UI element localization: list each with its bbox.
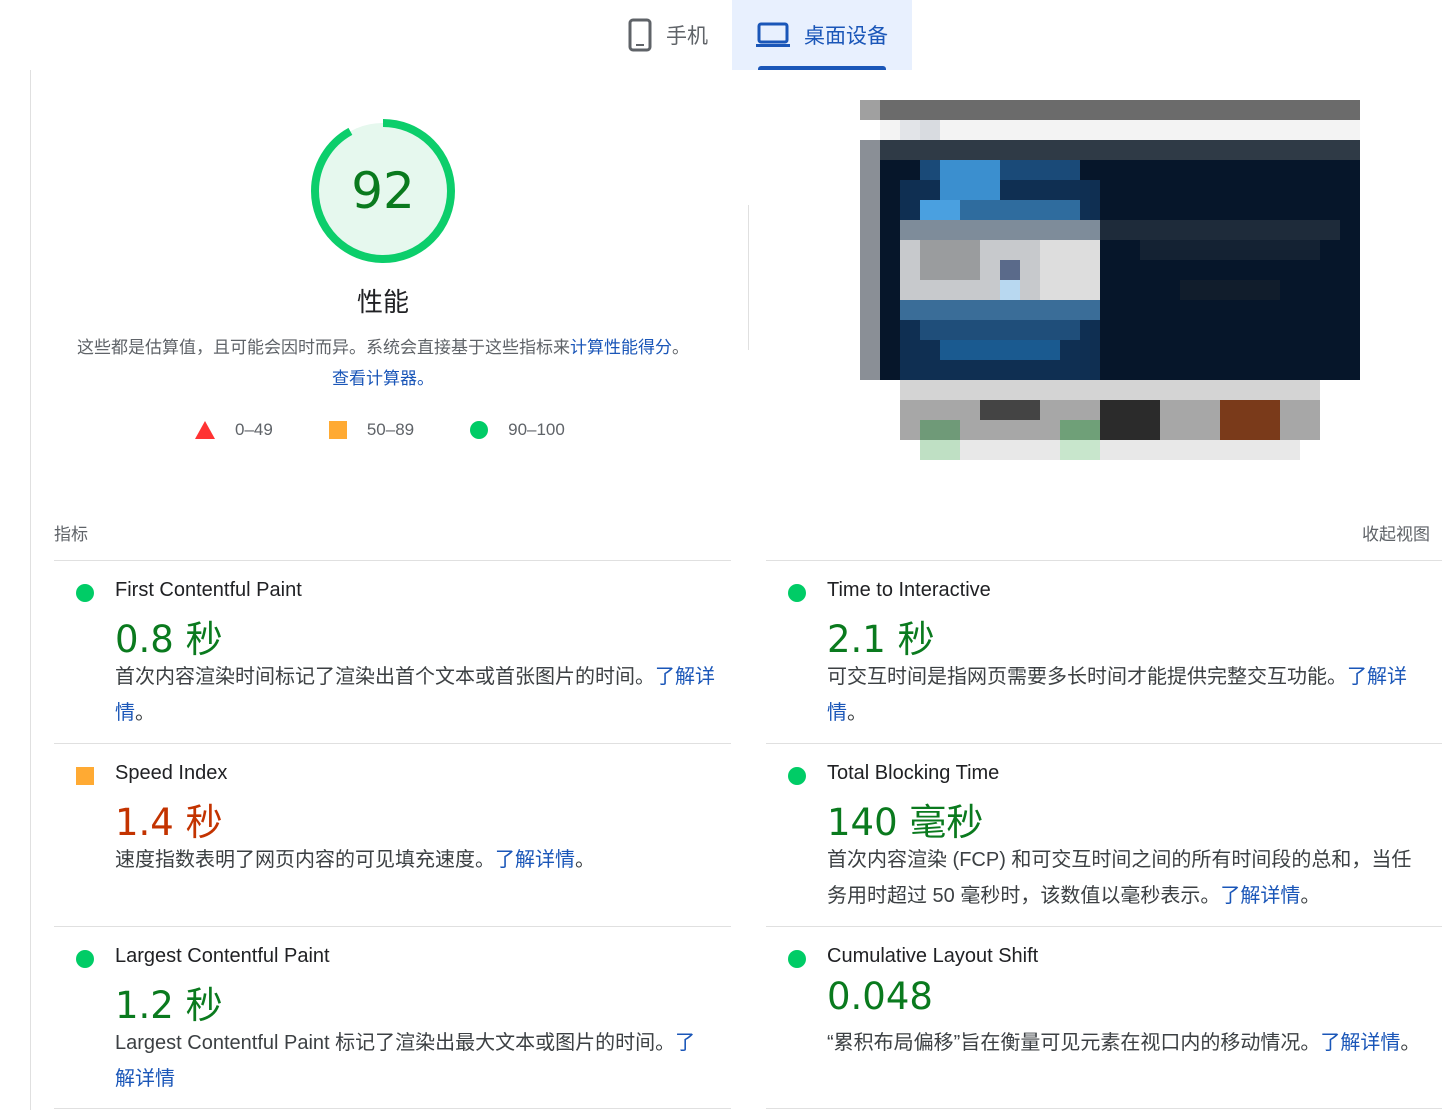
middle-divider [748,205,749,350]
score-legend: 0–49 50–89 90–100 [195,420,621,440]
pass-circle-icon [788,584,806,602]
metric-value: 1.2 秒 [115,984,223,1027]
metric-description: 速度指数表明了网页内容的可见填充速度。了解详情。 [115,842,715,878]
page-screenshot-thumbnail[interactable] [860,100,1360,460]
laptop-icon [756,22,790,48]
pass-circle-icon [76,950,94,968]
metrics-header: 指标 [54,525,88,544]
legend-pass: 90–100 [470,420,565,440]
metric-fcp: First Contentful Paint 0.8 秒 首次内容渲染时间标记了… [54,560,731,743]
metric-description: 可交互时间是指网页需要多长时间才能提供完整交互功能。了解详情。 [827,659,1427,731]
square-icon [328,421,347,439]
metric-title: Time to Interactive [827,579,991,601]
metric-title: First Contentful Paint [115,579,302,601]
metric-desc-text: 可交互时间是指网页需要多长时间才能提供完整交互功能。 [827,666,1347,688]
metric-description: “累积布局偏移”旨在衡量可见元素在视口内的移动情况。了解详情。 [827,1025,1427,1061]
tab-mobile[interactable]: 手机 [604,0,732,70]
metric-title: Speed Index [115,762,228,784]
description-end: 。 [417,369,434,388]
metric-description: 首次内容渲染 (FCP) 和可交互时间之间的所有时间段的总和，当任务用时超过 5… [827,842,1427,914]
metric-desc-text: Largest Contentful Paint 标记了渲染出最大文本或图片的时… [115,1032,676,1054]
metric-value: 140 毫秒 [827,801,984,844]
pass-circle-icon [76,584,94,602]
average-square-icon [76,767,94,785]
metric-value: 0.8 秒 [115,618,223,661]
legend-average: 50–89 [328,420,415,440]
metric-desc-end: 。 [575,849,595,871]
description-text: 这些都是估算值，且可能会因时而异。系统会直接基于这些指标来 [77,338,570,357]
metric-desc-end: 。 [1300,885,1321,907]
metric-cls: Cumulative Layout Shift 0.048 “累积布局偏移”旨在… [766,926,1442,1108]
metric-lcp: Largest Contentful Paint 1.2 秒 Largest C… [54,926,731,1108]
metric-title: Total Blocking Time [827,762,1000,784]
metric-tbt: Total Blocking Time 140 毫秒 首次内容渲染 (FCP) … [766,743,1442,926]
device-tabs: 手机 桌面设备 [604,0,912,70]
performance-score: 92 [351,162,415,220]
learn-more-link[interactable]: 了解详情 [1320,1032,1400,1054]
metric-desc-text: “累积布局偏移”旨在衡量可见元素在视口内的移动情况。 [827,1032,1321,1054]
collapse-view-button[interactable]: 收起视图 [1362,520,1430,545]
calculator-link[interactable]: 查看计算器 [332,369,417,388]
description-punct: 。 [672,338,689,357]
bottom-divider-right [766,1108,1442,1109]
tab-mobile-label: 手机 [666,25,708,48]
metric-value: 2.1 秒 [827,618,935,661]
tab-desktop-label: 桌面设备 [804,25,888,48]
tab-desktop[interactable]: 桌面设备 [732,0,912,70]
triangle-icon [195,421,215,439]
metric-value: 0.048 [827,975,933,1018]
performance-description: 这些都是估算值，且可能会因时而异。系统会直接基于这些指标来计算性能得分。查看计算… [70,332,696,394]
bottom-divider-left [54,1108,731,1109]
metric-desc-text: 速度指数表明了网页内容的可见填充速度。 [115,849,495,871]
learn-more-link[interactable]: 了解详情 [495,849,575,871]
metric-title: Cumulative Layout Shift [827,945,1039,967]
performance-title: 性能 [356,287,409,317]
metric-speed-index: Speed Index 1.4 秒 速度指数表明了网页内容的可见填充速度。了解详… [54,743,731,926]
metric-description: Largest Contentful Paint 标记了渲染出最大文本或图片的时… [115,1025,715,1097]
metric-desc-end: 。 [847,702,867,724]
metric-desc-end: 。 [135,702,155,724]
score-calc-link[interactable]: 计算性能得分 [570,338,672,357]
phone-icon [628,18,652,52]
metric-description: 首次内容渲染时间标记了渲染出首个文本或首张图片的时间。了解详情。 [115,659,715,731]
left-divider [30,70,31,1110]
legend-pass-label: 90–100 [508,420,565,439]
legend-fail: 0–49 [195,420,273,440]
metric-title: Largest Contentful Paint [115,945,330,967]
metric-tti: Time to Interactive 2.1 秒 可交互时间是指网页需要多长时… [766,560,1442,743]
metric-desc-end: 。 [1400,1032,1421,1054]
pass-circle-icon [788,767,806,785]
legend-average-label: 50–89 [366,420,415,439]
pass-circle-icon [788,950,806,968]
learn-more-link[interactable]: 了解详情 [1220,885,1300,907]
circle-icon [470,421,489,439]
legend-fail-label: 0–49 [235,420,273,439]
metric-desc-text: 首次内容渲染时间标记了渲染出首个文本或首张图片的时间。 [115,666,655,688]
metric-desc-text: 首次内容渲染 (FCP) 和可交互时间之间的所有时间段的总和，当任务用时超过 5… [827,849,1412,907]
metric-value: 1.4 秒 [115,801,223,844]
